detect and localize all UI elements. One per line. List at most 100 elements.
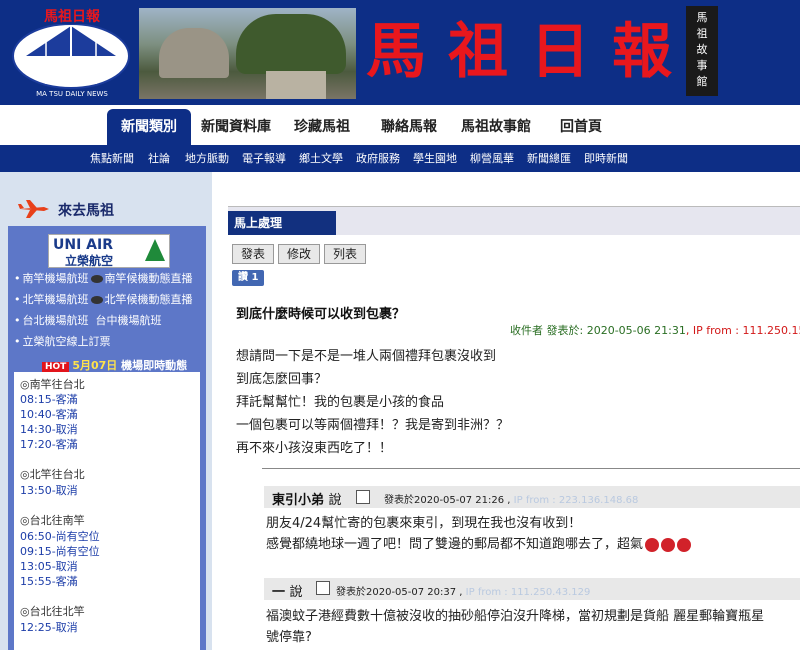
flight-link[interactable]: 台北機場航班 <box>23 314 89 327</box>
schedule-item: 13:05-取消 <box>20 560 78 573</box>
hot-notice[interactable]: HOT 5月07日 機場即時動態 <box>42 357 187 373</box>
flight-link[interactable]: 立榮航空線上訂票 <box>23 335 111 348</box>
site-logo[interactable]: 馬祖日報 MA TSU DAILY NEWS <box>6 6 136 98</box>
subnav-item[interactable]: 地方脈動 <box>185 146 229 172</box>
angry-emoji-icon <box>661 537 676 552</box>
nav-tab-contact[interactable]: 聯絡馬報 <box>374 109 444 145</box>
subnav-item[interactable]: 政府服務 <box>356 146 400 172</box>
thumb-icon[interactable] <box>316 581 330 595</box>
nav-tab-home[interactable]: 回首頁 <box>556 109 606 145</box>
schedule-item: 14:30-取消 <box>20 423 78 436</box>
camera-icon <box>90 275 103 283</box>
post-author: 收件者 發表於 <box>510 324 580 337</box>
flight-link[interactable]: 南竿機場航班 <box>23 272 89 285</box>
hot-date: 5月07日 <box>72 359 118 372</box>
uniair-logo[interactable]: UNI AIR 立榮航空 <box>48 234 170 268</box>
schedule-item: 10:40-客滿 <box>20 408 78 421</box>
camera-icon <box>90 296 103 304</box>
sidebar-header: 來去馬祖 <box>0 196 212 222</box>
schedule-item: 17:20-客滿 <box>20 438 78 451</box>
reply-line: 朋友4/24幫忙寄的包裹來東引，到現在我也沒有收到！ <box>266 516 582 531</box>
reply-meta: 發表於2020-05-07 20:37 , IP from : 111.250.… <box>336 587 591 598</box>
reply-line: 感覺都繞地球一週了吧！問了雙邊的郵局都不知道跑哪去了，超氣 <box>266 534 796 555</box>
left-sidebar: 來去馬祖 UNI AIR 立榮航空 • 南竿機場航班 南竿候機動態直播 • 北竿機場航… <box>0 172 212 650</box>
flight-schedule: ◎南竿往台北 08:15-客滿 10:40-客滿 14:30-取消 17:20-… <box>14 372 200 650</box>
thumb-icon[interactable] <box>356 490 370 504</box>
reply-body: 朋友4/24幫忙寄的包裹來東引，到現在我也沒有收到！ 感覺都繞地球一週了吧！問了… <box>266 513 796 555</box>
subnav-item[interactable]: 社論 <box>148 146 170 172</box>
hot-badge: HOT <box>42 362 70 372</box>
reply-line: 福澳蚊子港經費數十億被沒收的抽砂船停泊沒升降梯，當初規劃是貨船 麗星郵輪寶瓶星 <box>266 609 765 624</box>
nav-tab-news-database[interactable]: 新聞資料庫 <box>196 109 276 145</box>
reply-header: 一 說 發表於2020-05-07 20:37 , IP from : 111.… <box>264 578 800 600</box>
flight-link[interactable]: 北竿機場航班 <box>23 293 89 306</box>
schedule-item: 12:25-取消 <box>20 621 78 634</box>
schedule-heading: ◎南竿往台北 <box>20 378 85 391</box>
hot-label: 機場即時動態 <box>121 359 188 372</box>
logo-subtitle: MA TSU DAILY NEWS <box>36 90 108 98</box>
airplane-icon <box>18 200 49 218</box>
flight-row: • 台北機場航班 台中機場航班 <box>14 314 162 327</box>
masthead-char: 馬 <box>366 17 430 87</box>
post-meta: 收件者 發表於: 2020-05-06 21:31, IP from : 111… <box>510 322 800 338</box>
flight-link[interactable]: 南竿候機動態直播 <box>105 272 193 285</box>
subnav-item[interactable]: 電子報導 <box>242 146 286 172</box>
post-line: 拜託幫幫忙！我的包裹是小孩的食品 <box>236 395 445 410</box>
list-button[interactable]: 列表 <box>324 244 367 264</box>
reply-line: 號停靠? <box>266 630 312 645</box>
subnav-item[interactable]: 新聞總匯 <box>527 146 571 172</box>
reply-header: 東引小弟 說 發表於2020-05-07 21:26 , IP from : 2… <box>264 486 800 508</box>
schedule-item: 08:15-客滿 <box>20 393 78 406</box>
schedule-heading: ◎北竿往台北 <box>20 468 85 481</box>
reply-author: 一 說 <box>272 585 303 600</box>
angry-emoji-icon <box>677 537 692 552</box>
schedule-heading: ◎台北往北竿 <box>20 605 85 618</box>
nav-tab-news-category[interactable]: 新聞類別 <box>107 109 191 145</box>
schedule-item: 06:50-尚有空位 <box>20 530 100 543</box>
schedule-item: 13:50-取消 <box>20 484 78 497</box>
museum-char: 故 <box>696 43 708 56</box>
museum-char: 事 <box>696 59 708 72</box>
museum-char: 馬 <box>696 11 708 24</box>
subnav-item[interactable]: 柳營風華 <box>470 146 514 172</box>
masthead-char: 祖 <box>448 17 512 87</box>
flight-row: • 南竿機場航班 南竿候機動態直播 <box>14 272 193 285</box>
edit-button[interactable]: 修改 <box>278 244 321 264</box>
fb-like-button[interactable]: 讚 1 <box>232 270 265 286</box>
category-tab[interactable]: 馬上處理 <box>228 211 336 235</box>
airline-name-en: UNI AIR <box>53 237 113 253</box>
museum-char: 館 <box>696 75 708 88</box>
logo-text: 馬祖日報 <box>44 8 101 25</box>
museum-char: 祖 <box>696 27 708 40</box>
post-line: 再不來小孩沒東西吃了！！ <box>236 441 393 456</box>
site-banner: 馬祖日報 MA TSU DAILY NEWS 馬 祖 日 報 馬 祖 故 事 館 <box>0 0 800 105</box>
post-line: 到底怎麼回事？ <box>236 372 328 387</box>
flight-link[interactable]: 北竿候機動態直播 <box>105 293 193 306</box>
nav-tab-collection[interactable]: 珍藏馬祖 <box>288 109 356 145</box>
reply-meta: 發表於2020-05-07 21:26 , IP from : 223.136.… <box>384 495 639 506</box>
post-time: : 2020-05-06 21:31 <box>579 324 686 337</box>
subnav-item[interactable]: 鄉土文學 <box>299 146 343 172</box>
post-line: 一個包裹可以等兩個禮拜！？我是寄到非洲？？ <box>236 418 510 433</box>
post-button[interactable]: 發表 <box>232 244 275 264</box>
flight-link[interactable]: 台中機場航班 <box>96 314 162 327</box>
subnav-item[interactable]: 即時新聞 <box>584 146 628 172</box>
main-nav: 新聞類別 新聞資料庫 珍藏馬祖 聯絡馬報 馬祖故事館 回首頁 <box>0 105 800 148</box>
schedule-item: 15:55-客滿 <box>20 575 78 588</box>
airline-name-zh: 立榮航空 <box>65 254 114 268</box>
masthead-char: 報 <box>612 17 676 87</box>
post-ip: , IP from : 111.250.153 <box>685 324 800 337</box>
schedule-item: 09:15-尚有空位 <box>20 545 100 558</box>
reply-author: 東引小弟 說 <box>272 493 342 508</box>
subnav-item[interactable]: 學生園地 <box>413 146 457 172</box>
category-bar: 馬上處理 <box>228 206 800 235</box>
post-line: 想請問一下是不是一堆人兩個禮拜包裹沒收到 <box>236 349 497 364</box>
flight-panel: UNI AIR 立榮航空 • 南竿機場航班 南竿候機動態直播 • 北竿機場航班 北竿候機… <box>8 226 206 650</box>
museum-badge[interactable]: 馬 祖 故 事 館 <box>686 6 718 96</box>
subnav-item[interactable]: 焦點新聞 <box>90 146 134 172</box>
post-title: 到底什麼時候可以收到包裹？ <box>236 307 406 322</box>
sidebar-title: 來去馬祖 <box>58 203 114 219</box>
nav-tab-story-museum[interactable]: 馬祖故事館 <box>456 109 536 145</box>
sub-nav: 焦點新聞 社論 地方脈動 電子報導 鄉土文學 政府服務 學生園地 柳營風華 新聞… <box>0 146 800 172</box>
airline-emblem-icon <box>145 239 165 261</box>
